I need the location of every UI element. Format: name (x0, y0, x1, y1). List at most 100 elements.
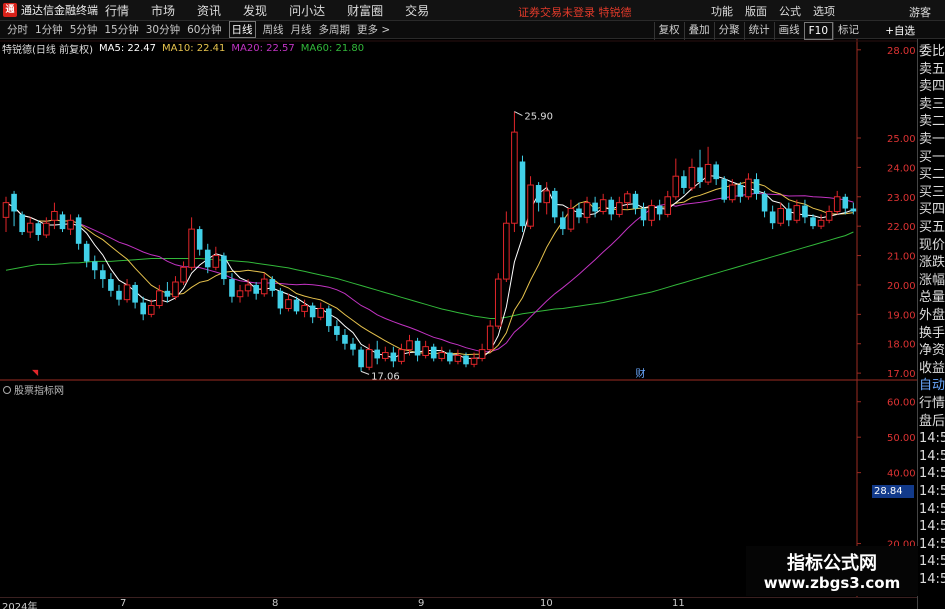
menu-options[interactable]: 选项 (813, 3, 835, 19)
quote-label: 净资 (919, 343, 945, 359)
candle (116, 284, 122, 306)
price-axis: 28.00 25.00 24.00 23.00 22.00 21.00 20.00 19.00… (857, 46, 916, 551)
quote-label[interactable]: 14:50 (919, 465, 945, 482)
candle-body (576, 208, 582, 218)
candle (833, 190, 841, 215)
period-multi[interactable]: 多周期 (319, 22, 351, 37)
quote-label[interactable]: 14:50 (919, 501, 945, 518)
quote-label: 委比 (919, 44, 945, 59)
watermark-title: 指标公式网 (787, 553, 877, 574)
quote-label[interactable]: 14:50 (919, 430, 945, 447)
period-daily[interactable]: 日线 (228, 21, 256, 38)
menu-market[interactable]: 市场 (151, 2, 175, 19)
quote-label: 外盘 (919, 308, 945, 323)
price-tick-label: 19.00 (887, 310, 916, 321)
quote-label: 买二 (919, 167, 945, 183)
gear-icon[interactable] (3, 385, 11, 394)
menu-discover[interactable]: 发现 (243, 2, 267, 19)
menu-functions[interactable]: 功能 (711, 3, 733, 19)
menu-ask-xiaoda[interactable]: 问小达 (289, 2, 325, 19)
period-60min[interactable]: 60分钟 (187, 22, 221, 37)
ma10-value: MA10: 22.41 (162, 42, 226, 54)
quote-label: 卖一 (919, 132, 945, 147)
candle-body (35, 223, 42, 235)
candle-body (640, 208, 647, 221)
candle (842, 193, 849, 215)
candle-body (260, 278, 268, 295)
tool-mark[interactable]: 标记 (833, 22, 863, 40)
menu-wealth-circle[interactable]: 财富圈 (347, 2, 383, 19)
candle (269, 276, 276, 297)
candle-body (793, 205, 801, 221)
tool-stats[interactable]: 统计 (743, 22, 774, 40)
dividend-marker-icon[interactable]: ◥ (32, 368, 39, 377)
quote-label[interactable]: 14:50 (919, 571, 945, 588)
candle-body (592, 202, 598, 212)
period-1min[interactable]: 1分钟 (35, 22, 63, 37)
menu-quotes[interactable]: 行情 (105, 2, 129, 19)
menu-trade[interactable]: 交易 (405, 2, 429, 19)
candle-body (583, 202, 591, 218)
candle (414, 337, 421, 362)
quote-label[interactable]: 自动 (919, 377, 945, 394)
time-label-sep: 9 (418, 598, 425, 609)
candle-body (132, 284, 138, 303)
menu-layout[interactable]: 版面 (745, 3, 767, 19)
account-notice[interactable]: 证券交易未登录 特锐德 (518, 4, 632, 20)
quote-label[interactable]: 盘后 (919, 413, 945, 430)
quote-label: 卖四 (919, 79, 945, 95)
candle-body (414, 340, 421, 356)
menu-formula[interactable]: 公式 (779, 3, 801, 19)
candle-body (188, 228, 195, 268)
price-tick-label: 24.00 (887, 163, 916, 174)
period-more[interactable]: 更多 > (357, 22, 390, 37)
period-30min[interactable]: 30分钟 (146, 22, 180, 37)
quote-label: 卖三 (919, 96, 945, 112)
quote-label[interactable]: 14:50 (919, 553, 945, 570)
kline-chart[interactable]: 28.00 25.00 24.00 23.00 22.00 21.00 20.00 19.00… (0, 39, 917, 597)
candle-body (317, 307, 325, 318)
candle-body (470, 357, 478, 365)
candle (560, 211, 566, 235)
candle (2, 196, 10, 233)
quote-label[interactable]: 14:50 (919, 448, 945, 465)
top-right-menu: 功能 版面 公式 选项 (711, 3, 835, 19)
menu-news[interactable]: 资讯 (197, 2, 221, 19)
indicator-title[interactable]: 股票指标网 (14, 382, 64, 397)
tool-split[interactable]: 分聚 (713, 22, 744, 40)
candle (212, 246, 220, 271)
candle (334, 320, 340, 341)
candle-body (494, 278, 502, 327)
candle (26, 217, 34, 238)
indicator-tick-label: 40.00 (887, 469, 916, 480)
quote-label[interactable]: 14:50 (919, 483, 945, 500)
period-intraday[interactable]: 分时 (7, 22, 28, 37)
candle (35, 220, 42, 241)
candle (817, 214, 825, 230)
candle-body (11, 193, 17, 212)
period-15min[interactable]: 15分钟 (104, 22, 138, 37)
candle (147, 299, 155, 318)
candle (430, 343, 437, 362)
tool-f10[interactable]: F10 (803, 22, 833, 40)
candle-body (358, 349, 364, 368)
time-label-year: 2024年 (2, 602, 38, 609)
high-price-label: 25.90 (524, 112, 553, 123)
candle (188, 217, 195, 271)
quote-label[interactable]: 14:50 (919, 536, 945, 553)
earnings-marker[interactable]: 财 (635, 367, 645, 380)
candle-body (842, 196, 849, 209)
tool-overlay[interactable]: 叠加 (683, 22, 714, 40)
tool-adjust[interactable]: 复权 (653, 22, 684, 40)
add-watchlist-button[interactable]: +自选 (885, 23, 915, 38)
guest-login[interactable]: 游客 (909, 4, 931, 20)
quote-label[interactable]: 14:50 (919, 518, 945, 535)
tool-draw[interactable]: 画线 (773, 22, 804, 40)
stock-label[interactable]: 特锐德(日线 前复权) (2, 41, 93, 56)
candle-body (100, 270, 106, 280)
period-weekly[interactable]: 周线 (263, 22, 284, 37)
ma20-value: MA20: 22.57 (231, 42, 295, 54)
period-monthly[interactable]: 月线 (291, 22, 312, 37)
period-5min[interactable]: 5分钟 (70, 22, 98, 37)
quote-label[interactable]: 行情 (919, 395, 945, 412)
